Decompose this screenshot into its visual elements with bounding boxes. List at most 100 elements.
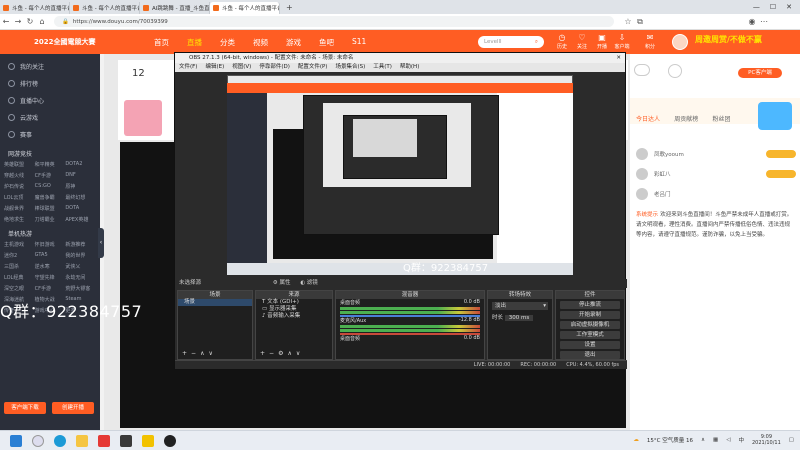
minimize-icon[interactable]: — <box>753 3 760 11</box>
obs-titlebar[interactable]: OBS 27.1.3 (64-bit, windows) - 配置文件: 未命名… <box>175 53 625 63</box>
game-link[interactable]: 最终幻想 <box>65 194 96 201</box>
game-link[interactable]: 穿越火线 <box>4 172 35 179</box>
nav-s11[interactable]: S11 <box>352 37 366 48</box>
game-link[interactable]: 刀塔霸业 <box>35 216 66 223</box>
nav-live[interactable]: 直播 <box>187 37 202 48</box>
down-icon[interactable]: ∨ <box>296 350 304 357</box>
tray-chevron-icon[interactable]: ∧ <box>701 437 705 443</box>
profile-icon[interactable]: ◉ <box>746 17 758 26</box>
game-link[interactable]: 英雄联盟 <box>4 161 35 168</box>
up-icon[interactable]: ∧ <box>287 350 295 357</box>
game-link[interactable]: 迷你2 <box>4 252 35 259</box>
game-link[interactable]: 深空之眼 <box>4 285 35 292</box>
nav-category[interactable]: 分类 <box>220 37 235 48</box>
game-link[interactable]: LOL经典 <box>4 274 35 281</box>
game-link[interactable]: 怀旧游戏 <box>35 241 66 248</box>
obs-preview[interactable] <box>227 75 573 275</box>
yellow-app-icon[interactable] <box>142 434 154 447</box>
explorer-icon[interactable] <box>76 434 88 447</box>
obs-icon[interactable] <box>164 434 176 447</box>
sidebar-item-follow[interactable]: 我的关注 <box>0 58 100 75</box>
menu-help[interactable]: 帮助(H) <box>400 63 419 72</box>
start-recording-button[interactable]: 开始录制 <box>560 311 620 319</box>
game-link[interactable]: 新游推荐 <box>65 241 96 248</box>
back-icon[interactable]: ← <box>0 17 12 26</box>
settings-button[interactable]: 设置 <box>560 341 620 349</box>
home-icon[interactable]: ⌂ <box>36 17 48 26</box>
game-link[interactable]: 和平精英 <box>35 161 66 168</box>
weather-text[interactable]: 15°C 空气质量 16 <box>647 436 693 444</box>
follow-button[interactable]: ♡ 关注 <box>572 33 592 50</box>
game-link[interactable]: DOTA <box>65 205 96 212</box>
pc-client-button[interactable]: PC客户端 <box>738 68 782 78</box>
game-link[interactable]: APEX英雄 <box>65 216 96 223</box>
game-link[interactable]: 守望先锋 <box>35 274 66 281</box>
avatar[interactable] <box>672 34 688 50</box>
download-client-button[interactable]: 客户端下载 <box>4 402 46 414</box>
game-link[interactable]: 武侠乂 <box>65 263 96 270</box>
close-window-icon[interactable]: ✕ <box>786 3 792 11</box>
game-link[interactable]: 绝地求生 <box>4 216 35 223</box>
edge-icon[interactable] <box>54 434 66 447</box>
duration-input[interactable]: 300 ms <box>504 315 534 321</box>
refresh-icon[interactable]: ↻ <box>24 17 36 26</box>
source-item[interactable]: ▭ 显示器采集 <box>256 306 332 313</box>
game-link[interactable]: DNF <box>65 172 96 179</box>
media-icon[interactable] <box>120 434 132 447</box>
volume-icon[interactable]: ◁ <box>726 437 730 443</box>
url-field[interactable]: 🔒 https://www.douyu.com/70039399 <box>54 16 614 27</box>
game-link[interactable]: DOTA2 <box>65 161 96 168</box>
menu-tools[interactable]: 工具(T) <box>373 63 392 72</box>
game-link[interactable]: 原神 <box>65 183 96 190</box>
network-icon[interactable]: ▦ <box>713 437 718 443</box>
header-banner[interactable]: 周邀周赏/不做不赢 <box>695 34 762 45</box>
menu-profile[interactable]: 配置文件(P) <box>298 63 328 72</box>
star-icon[interactable]: ☆ <box>622 17 634 26</box>
broadcast-button[interactable]: ▣ 开播 <box>592 33 612 50</box>
obs-window[interactable]: OBS 27.1.3 (64-bit, windows) - 配置文件: 未命名… <box>174 52 627 370</box>
scene-item[interactable]: 场景 <box>178 299 252 306</box>
rank-row[interactable]: 凤歌yooum <box>636 144 796 164</box>
filters-button[interactable]: ◐ 滤镜 <box>300 280 318 286</box>
properties-button[interactable]: ⚙ 属性 <box>273 280 291 286</box>
menu-file[interactable]: 文件(F) <box>179 63 197 72</box>
game-link[interactable]: 棒球联盟 <box>35 205 66 212</box>
start-broadcast-button[interactable]: 创建开播 <box>52 402 94 414</box>
game-link[interactable]: CF手游 <box>35 172 66 179</box>
down-icon[interactable]: ∨ <box>208 350 216 357</box>
menu-scene-collection[interactable]: 场景集合(S) <box>335 63 365 72</box>
virtual-camera-button[interactable]: 启动虚拟摄像机 <box>560 321 620 329</box>
clock[interactable]: 9:09 2021/10/11 <box>752 434 781 446</box>
notification-icon[interactable]: ▢ <box>789 437 794 443</box>
tab-fans[interactable]: 粉丝团 <box>713 114 731 123</box>
tab-weekly[interactable]: 周贡献榜 <box>674 114 698 123</box>
tab-today[interactable]: 今日达人 <box>636 114 660 123</box>
menu-view[interactable]: 视图(V) <box>232 63 251 72</box>
source-item[interactable]: T 文本 (GDI+) <box>256 299 332 306</box>
browser-tab-active[interactable]: 斗鱼 - 每个人的直播平台× <box>210 2 280 14</box>
exit-button[interactable]: 退出 <box>560 351 620 359</box>
stop-streaming-button[interactable]: 停止推流 <box>560 301 620 309</box>
ad-icon[interactable] <box>668 64 682 78</box>
game-link[interactable]: GTA5 <box>35 252 66 259</box>
search-input[interactable]: Levelll ⌕ <box>478 36 544 48</box>
nav-home[interactable]: 首页 <box>154 37 169 48</box>
add-icon[interactable]: + <box>260 350 269 357</box>
more-icon[interactable]: ⋯ <box>758 17 770 26</box>
game-link[interactable]: CS:GO <box>35 183 66 190</box>
remove-icon[interactable]: − <box>191 350 200 357</box>
game-link[interactable]: 荒野大镖客 <box>65 285 96 292</box>
game-link[interactable]: 永劫无间 <box>65 274 96 281</box>
site-logo[interactable]: 2022全國電競大賽 <box>34 37 124 47</box>
search-icon[interactable] <box>32 434 44 447</box>
rank-row[interactable]: 彩虹八 <box>636 164 796 184</box>
points-button[interactable]: ✉ 积分 <box>640 33 660 50</box>
game-link[interactable]: 逆水寒 <box>35 263 66 270</box>
client-button[interactable]: ⇩ 客户端 <box>612 33 632 50</box>
game-link[interactable]: 战舰世界 <box>4 205 35 212</box>
nav-games[interactable]: 游戏 <box>286 37 301 48</box>
collections-icon[interactable]: ⧉ <box>634 17 646 27</box>
ime-indicator[interactable]: 中 <box>738 436 744 444</box>
browser-tab[interactable]: 斗鱼 - 每个人的直播平台× <box>70 2 140 14</box>
game-link[interactable]: 我的世界 <box>65 252 96 259</box>
